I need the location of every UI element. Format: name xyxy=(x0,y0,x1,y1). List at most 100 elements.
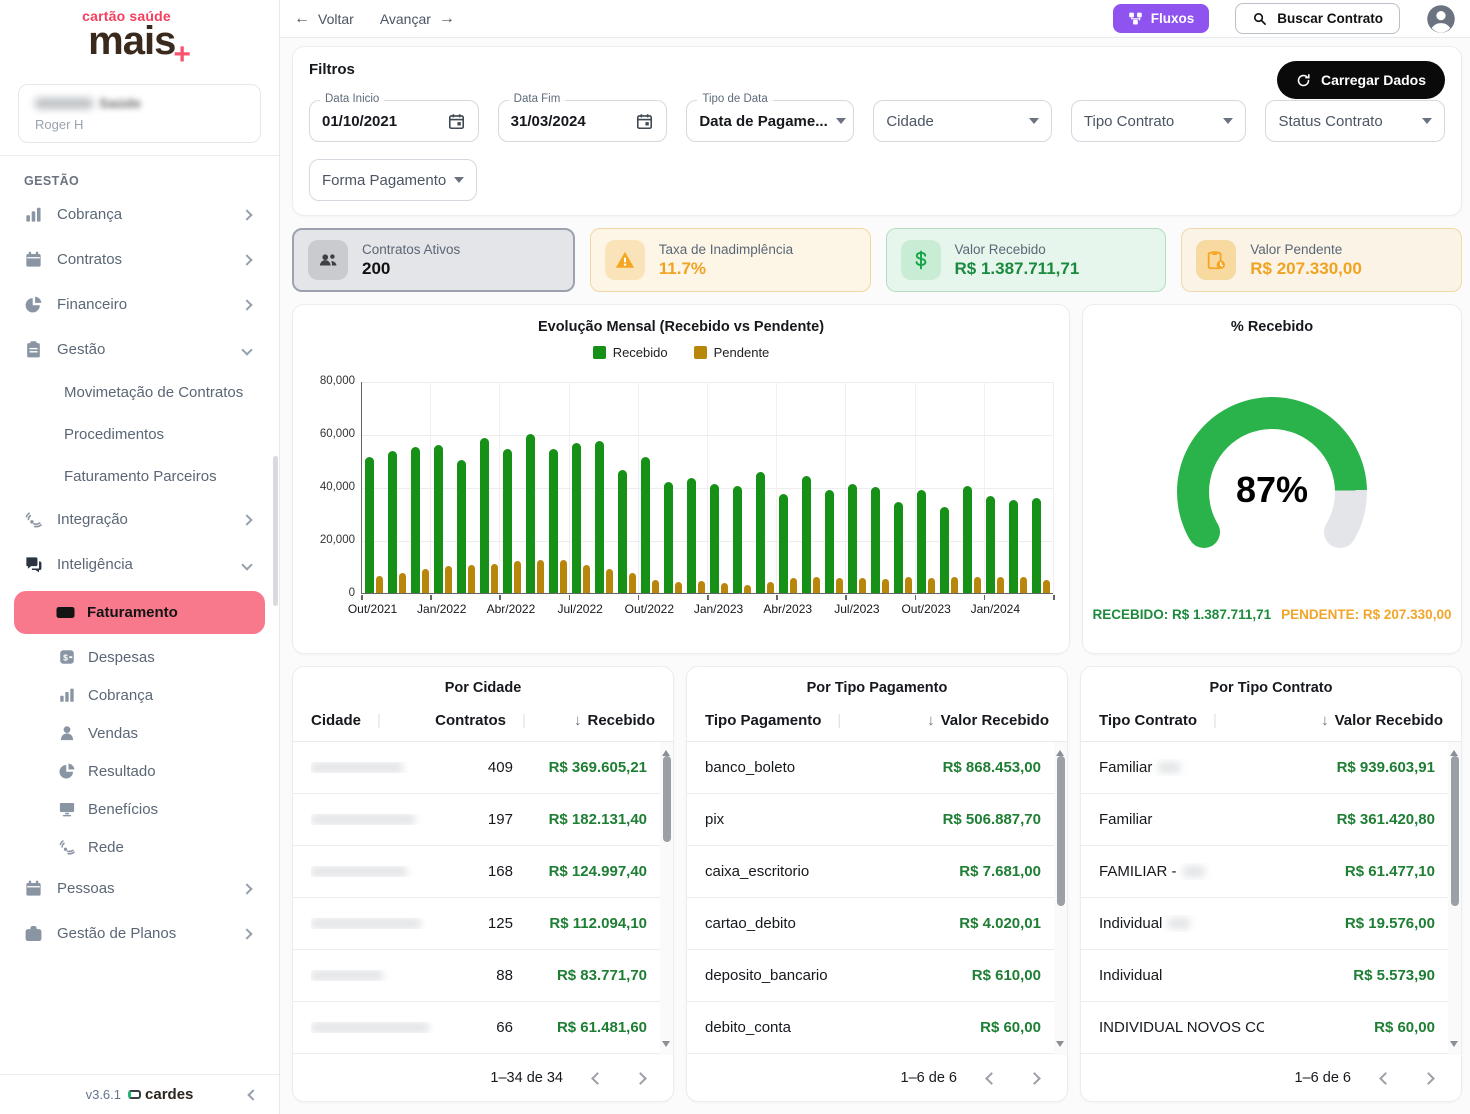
pagination-next-icon[interactable] xyxy=(634,1072,647,1085)
table-row[interactable]: 66R$ 61.481,60 xyxy=(293,1002,673,1054)
dropdown-caret-icon xyxy=(836,118,846,124)
pagination-prev-icon[interactable] xyxy=(1379,1072,1392,1085)
sidebar-collapse-icon[interactable] xyxy=(247,1089,258,1100)
filter-data-inicio[interactable]: Data Inicio01/10/2021 xyxy=(309,100,479,142)
sidebar-item-intelig-ncia[interactable]: Inteligência xyxy=(0,542,279,587)
scrollbar-thumb[interactable] xyxy=(1451,756,1459,906)
sidebar-subitem-procedimentos[interactable]: Procedimentos xyxy=(0,414,279,456)
bar-pendente xyxy=(652,580,659,593)
table-row[interactable]: INDIVIDUAL NOVOS COMPLE...R$ 60,00 xyxy=(1081,1002,1461,1054)
kpi-label: Valor Recebido xyxy=(955,242,1080,257)
table-row[interactable]: 197R$ 182.131,40 xyxy=(293,794,673,846)
sidebar-item-gest-o[interactable]: Gestão xyxy=(0,327,279,372)
table-row[interactable]: pixR$ 506.887,70 xyxy=(687,794,1067,846)
column-header-tipo-contrato[interactable]: Tipo Contrato| xyxy=(1099,712,1271,729)
column-header-valor-recebido[interactable]: ↓Valor Recebido xyxy=(877,712,1049,729)
filter-tipo-de-data[interactable]: Tipo de DataData de Pagame... xyxy=(686,100,854,142)
cell-value: R$ 506.887,70 xyxy=(870,811,1041,828)
user-avatar[interactable] xyxy=(1426,4,1456,34)
filters-panel: Filtros Carregar Dados Data Inicio01/10/… xyxy=(292,46,1462,216)
sidebar-item-financeiro[interactable]: Financeiro xyxy=(0,282,279,327)
carregar-dados-button[interactable]: Carregar Dados xyxy=(1277,61,1445,99)
sidebar-subitem-rede[interactable]: Rede xyxy=(0,828,279,866)
column-header-label: Contratos xyxy=(435,712,506,729)
legend-swatch xyxy=(694,346,707,359)
sidebar-subitem-faturamento[interactable]: 100Faturamento xyxy=(14,591,265,634)
sidebar-item-label: Gestão de Planos xyxy=(57,925,229,942)
pagination-range-label: 1–34 de 34 xyxy=(490,1070,563,1086)
table-row[interactable]: IndividualR$ 5.573,90 xyxy=(1081,950,1461,1002)
table-row[interactable]: FamiliarR$ 361.420,80 xyxy=(1081,794,1461,846)
column-header-label: Valor Recebido xyxy=(941,712,1049,729)
pagination-next-icon[interactable] xyxy=(1028,1072,1041,1085)
table-body: FamiliarR$ 939.603,91FamiliarR$ 361.420,… xyxy=(1081,741,1461,1055)
kpi-taxa-de-inadimpl-ncia[interactable]: Taxa de Inadimplência11.7% xyxy=(590,228,871,292)
sidebar-item-cobran-a[interactable]: Cobrança xyxy=(0,192,279,237)
scroll-down-icon[interactable] xyxy=(662,1041,670,1047)
sidebar-subitem-faturamento-parceiros[interactable]: Faturamento Parceiros xyxy=(0,456,279,498)
content: Filtros Carregar Dados Data Inicio01/10/… xyxy=(280,38,1470,1102)
filter-forma-pagamento[interactable]: Forma Pagamento xyxy=(309,159,477,201)
chart-legend: RecebidoPendente xyxy=(293,345,1069,360)
pagination-prev-icon[interactable] xyxy=(985,1072,998,1085)
table-row[interactable]: 125R$ 112.094,10 xyxy=(293,898,673,950)
fluxos-button[interactable]: Fluxos xyxy=(1113,4,1210,33)
table-row[interactable]: 168R$ 124.997,40 xyxy=(293,846,673,898)
pagination-next-icon[interactable] xyxy=(1422,1072,1435,1085)
scrollbar-thumb[interactable] xyxy=(663,756,671,842)
kpi-contratos-ativos[interactable]: Contratos Ativos200 xyxy=(292,228,575,292)
table-row[interactable]: caixa_escritorioR$ 7.681,00 xyxy=(687,846,1067,898)
sidebar-subitem-vendas[interactable]: Vendas xyxy=(0,714,279,752)
filter-data-fim[interactable]: Data Fim31/03/2024 xyxy=(498,100,668,142)
bar-recebido xyxy=(388,451,397,593)
kpi-valor-recebido[interactable]: Valor RecebidoR$ 1.387.711,71 xyxy=(886,228,1167,292)
table-row[interactable]: FAMILIAR -R$ 61.477,10 xyxy=(1081,846,1461,898)
kpi-label: Contratos Ativos xyxy=(362,242,460,257)
table-scrollbar[interactable] xyxy=(1448,742,1461,1055)
back-button[interactable]: ←Voltar xyxy=(294,11,354,27)
profile-card[interactable]: Saúde Roger H xyxy=(18,84,261,143)
sidebar-item-pessoas[interactable]: Pessoas xyxy=(0,866,279,911)
table-row[interactable]: banco_boletoR$ 868.453,00 xyxy=(687,742,1067,794)
table-row[interactable]: deposito_bancarioR$ 610,00 xyxy=(687,950,1067,1002)
column-header-cidade[interactable]: Cidade| xyxy=(311,712,435,729)
scrollbar-thumb[interactable] xyxy=(1057,756,1065,906)
scroll-down-icon[interactable] xyxy=(1450,1041,1458,1047)
table-scrollbar[interactable] xyxy=(660,742,673,1055)
column-header-valor-recebido[interactable]: ↓Valor Recebido xyxy=(1271,712,1443,729)
column-header-contratos[interactable]: Contratos| xyxy=(435,712,526,729)
sidebar-subitem-benef-cios[interactable]: Benefícios xyxy=(0,790,279,828)
table-row[interactable]: IndividualR$ 19.576,00 xyxy=(1081,898,1461,950)
sidebar-subitem-despesas[interactable]: $Despesas xyxy=(0,638,279,676)
sidebar-scrollbar[interactable] xyxy=(273,456,278,606)
sidebar-item-integra-o[interactable]: Integração xyxy=(0,497,279,542)
filter-cidade[interactable]: Cidade xyxy=(873,100,1052,142)
pagination-prev-icon[interactable] xyxy=(591,1072,604,1085)
table-row[interactable]: FamiliarR$ 939.603,91 xyxy=(1081,742,1461,794)
table-row[interactable]: 88R$ 83.771,70 xyxy=(293,950,673,1002)
filter-tipo-contrato[interactable]: Tipo Contrato xyxy=(1071,100,1247,142)
column-header-tipo-pagamento[interactable]: Tipo Pagamento| xyxy=(705,712,877,729)
kpi-valor-pendente[interactable]: Valor PendenteR$ 207.330,00 xyxy=(1181,228,1462,292)
sidebar-item-contratos[interactable]: Contratos xyxy=(0,237,279,282)
bar-recebido xyxy=(595,441,604,593)
bar-recebido xyxy=(756,472,765,593)
sidebar-item-label: Contratos xyxy=(57,251,229,268)
table-scrollbar[interactable] xyxy=(1054,742,1067,1055)
sidebar-item-gest-o-de-planos[interactable]: Gestão de Planos xyxy=(0,911,279,956)
table-row[interactable]: cartao_debitoR$ 4.020,01 xyxy=(687,898,1067,950)
sidebar-subitem-resultado[interactable]: Resultado xyxy=(0,752,279,790)
scroll-down-icon[interactable] xyxy=(1056,1041,1064,1047)
column-header-recebido[interactable]: ↓Recebido xyxy=(526,712,655,729)
cell-name: Individual xyxy=(1099,967,1264,984)
buscar-contrato-button[interactable]: Buscar Contrato xyxy=(1235,3,1400,34)
sidebar-subitem-cobran-a[interactable]: Cobrança xyxy=(0,676,279,714)
bar-recebido xyxy=(848,484,857,593)
filter-status-contrato[interactable]: Status Contrato xyxy=(1265,100,1445,142)
sidebar-subitem-movimeta-o-de-contratos[interactable]: Movimetação de Contratos xyxy=(0,372,279,414)
table-row[interactable]: debito_contaR$ 60,00 xyxy=(687,1002,1067,1054)
table-row[interactable]: 409R$ 369.605,21 xyxy=(293,742,673,794)
bar-group-fev-2023 xyxy=(730,382,753,593)
bar-group-mar-2023 xyxy=(753,382,776,593)
forward-button[interactable]: Avançar→ xyxy=(380,11,455,27)
